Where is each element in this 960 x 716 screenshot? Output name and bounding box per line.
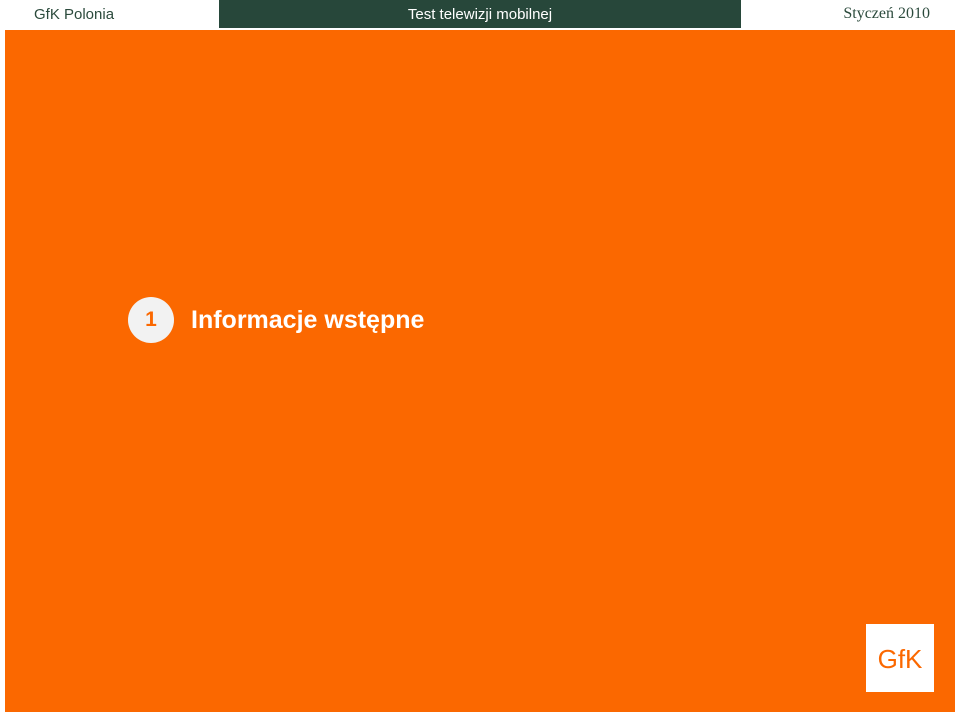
- gfk-logo-icon: GfK: [866, 624, 934, 692]
- gfk-logo-text: GfK: [878, 644, 923, 674]
- section-number-badge: 1: [128, 297, 174, 343]
- gfk-logo-graphic: GfK: [866, 624, 934, 692]
- slide: GfK Polonia Test telewizji mobilnej Styc…: [0, 0, 960, 716]
- section-title: Informacje wstępne: [191, 306, 425, 334]
- header-company-label: GfK Polonia: [0, 0, 217, 28]
- header-date-label: Styczeń 2010: [743, 0, 960, 28]
- content-panel: [5, 30, 955, 712]
- header-bar: GfK Polonia Test telewizji mobilnej Styc…: [0, 0, 960, 28]
- header-study-title: Test telewizji mobilnej: [219, 0, 741, 28]
